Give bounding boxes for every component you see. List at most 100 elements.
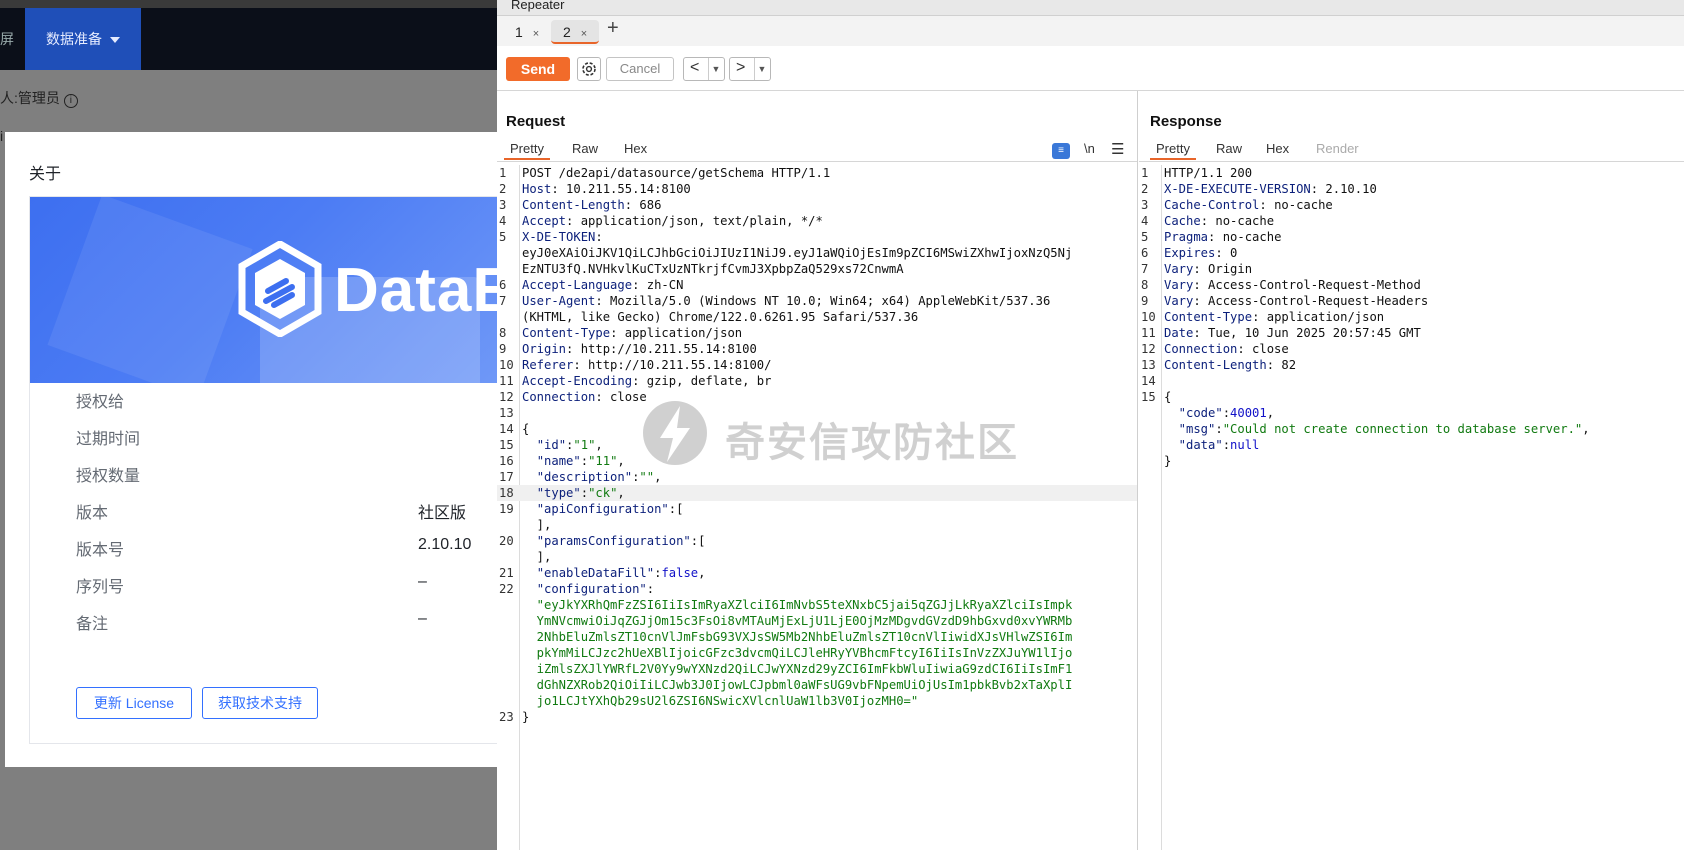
line-text: EzNTU3fQ.NVHkvlKuCTxUzNTkrjfCvmJ3XpbpZaQ… — [522, 261, 1127, 277]
request-editor[interactable]: 1 POST /de2api/datasource/getSchema HTTP/… — [497, 165, 1137, 850]
line-number: 2 — [499, 182, 507, 196]
json-string: YmNVcmwiOiJqZGJjOm15c3FsOi8vMTAuMjExLjU1… — [522, 614, 1073, 628]
line-text: "eyJkYXRhQmFzZSI6IiIsImRyaXZlciI6ImNvbS5… — [522, 597, 1127, 613]
repeater-tab-2[interactable]: 2 × — [551, 20, 599, 44]
line-number: 12 — [499, 390, 514, 404]
line-text: Content-Type: application/json — [1164, 309, 1674, 325]
request-tab-hex[interactable]: Hex — [624, 141, 647, 156]
line-text: pkYmMiLCJzc2hUeXBlIjoicGFzc3dvcmQiLCJleH… — [522, 645, 1127, 661]
nav-menu-data-prep[interactable]: 数据准备 — [25, 8, 141, 70]
chevron-down-icon[interactable]: ▼ — [708, 58, 723, 80]
code-line: 8 Content-Type: application/json — [497, 325, 1137, 341]
new-tab-plus-icon[interactable]: + — [607, 17, 619, 40]
line-text: } — [522, 709, 1127, 725]
code-text: : Origin — [1193, 262, 1253, 276]
history-back-button[interactable]: < ▼ — [683, 57, 725, 81]
menu-icon[interactable]: ☰ — [1111, 140, 1124, 158]
code-text: : http://10.211.55.14:8100/ — [573, 358, 772, 372]
line-number: 1 — [499, 166, 507, 180]
line-number: 9 — [499, 342, 507, 356]
line-number: 4 — [1141, 214, 1149, 228]
chevron-down-icon[interactable]: ▼ — [754, 58, 769, 80]
code-line: 5 X-DE-TOKEN: — [497, 229, 1137, 245]
punctuation: , — [617, 486, 625, 500]
code-text: : Tue, 10 Jun 2025 20:57:45 GMT — [1193, 326, 1421, 340]
code-text: } — [1164, 454, 1172, 468]
repeater-tab-1[interactable]: 1 × — [501, 20, 545, 44]
line-text: User-Agent: Mozilla/5.0 (Windows NT 10.0… — [522, 293, 1127, 309]
response-tab-raw[interactable]: Raw — [1216, 141, 1242, 156]
line-text: Vary: Access-Control-Request-Method — [1164, 277, 1674, 293]
about-label-edition: 版本 — [76, 505, 109, 522]
response-tab-pretty[interactable]: Pretty — [1150, 141, 1196, 160]
about-label-expiry: 过期时间 — [76, 431, 141, 448]
close-icon[interactable]: × — [581, 28, 587, 40]
request-tab-pretty[interactable]: Pretty — [504, 141, 550, 160]
code-line: 4 Cache: no-cache — [1139, 213, 1684, 229]
json-string: "Could not create connection to database… — [1222, 422, 1583, 436]
header-name: Pragma — [1164, 230, 1209, 244]
header-name: Vary — [1164, 278, 1194, 292]
code-line: "eyJkYXRhQmFzZSI6IiIsImRyaXZlciI6ImNvbS5… — [497, 597, 1137, 613]
response-tab-render[interactable]: Render — [1316, 141, 1359, 156]
code-text: : no-cache — [1200, 214, 1275, 228]
code-line: dGhNZXRob2QiOiIiLCJwb3J0IjowLCJpbml0aWFs… — [497, 677, 1137, 693]
code-text: : — [1222, 438, 1231, 452]
line-text: ], — [522, 517, 1127, 533]
punctuation: , — [1266, 406, 1275, 420]
code-line: "code":40001, — [1139, 405, 1684, 421]
code-text: : no-cache — [1259, 198, 1333, 212]
code-line: 15 "id":"1", — [497, 437, 1137, 453]
header-name: Cache — [1164, 214, 1201, 228]
line-text: "msg":"Could not create connection to da… — [1164, 421, 1674, 437]
get-support-button[interactable]: 获取技术支持 — [202, 687, 318, 719]
code-text: HTTP/1.1 200 — [1164, 166, 1253, 180]
header-name: X-DE-TOKEN — [522, 230, 596, 244]
punctuation: , — [654, 470, 662, 484]
code-line: pkYmMiLCJzc2hUeXBlIjoicGFzc3dvcmQiLCJleH… — [497, 645, 1137, 661]
code-line: 9 Vary: Access-Control-Request-Headers — [1139, 293, 1684, 309]
line-number: 20 — [499, 534, 514, 548]
code-line: 22 "configuration": — [497, 581, 1137, 597]
about-value-version: 2.10.10 — [418, 536, 472, 553]
nav-item-fragment[interactable]: 屏 — [0, 8, 18, 70]
info-icon[interactable]: i — [63, 94, 78, 108]
code-text: : — [580, 454, 589, 468]
request-tab-raw[interactable]: Raw — [572, 141, 598, 156]
code-line: 11 Accept-Encoding: gzip, deflate, br — [497, 373, 1137, 389]
code-text: : close — [595, 390, 647, 404]
response-pane: Response Pretty Raw Hex Render 1 HTTP/1.1… — [1139, 91, 1684, 850]
close-icon[interactable]: × — [533, 28, 539, 40]
code-line: 13 Content-Length: 82 — [1139, 357, 1684, 373]
line-number: 14 — [499, 422, 514, 436]
code-line: 4 Accept: application/json, text/plain, *… — [497, 213, 1137, 229]
code-text: : 82 — [1266, 358, 1297, 372]
response-editor[interactable]: 1 HTTP/1.1 200 2 X-DE-EXECUTE-VERSION: 2.10… — [1139, 165, 1684, 850]
line-text: Expires: 0 — [1164, 245, 1674, 261]
line-number: 3 — [1141, 198, 1149, 212]
history-forward-button[interactable]: > ▼ — [729, 57, 771, 81]
punctuation: , — [1582, 422, 1590, 436]
code-line: 14 — [1139, 373, 1684, 389]
line-text: Host: 10.211.55.14:8100 — [522, 181, 1127, 197]
cancel-button[interactable]: Cancel — [606, 57, 674, 81]
header-name: Content-Length — [522, 198, 625, 212]
code-line: 7 Vary: Origin — [1139, 261, 1684, 277]
word-wrap-icon[interactable]: ≡ — [1052, 143, 1070, 159]
code-text: : http://10.211.55.14:8100 — [566, 342, 757, 356]
line-number: 5 — [1141, 230, 1149, 244]
response-tab-hex[interactable]: Hex — [1266, 141, 1289, 156]
show-newlines-icon[interactable]: \n — [1084, 141, 1095, 156]
line-text: Date: Tue, 10 Jun 2025 20:57:45 GMT — [1164, 325, 1674, 341]
send-button[interactable]: Send — [506, 57, 570, 81]
line-text: iZmlsZXJlYWRfL2V0Yy9wYXNzd2QiLCJwYXNzd29… — [522, 661, 1127, 677]
code-text: : — [646, 582, 655, 596]
line-number: 19 — [499, 502, 514, 516]
settings-gear-icon[interactable] — [577, 57, 601, 81]
json-string: "ck" — [588, 486, 618, 500]
line-number: 17 — [499, 470, 514, 484]
header-name: Vary — [1164, 294, 1194, 308]
code-text: : Mozilla/5.0 (Windows NT 10.0; Win64; x… — [595, 294, 1051, 308]
update-license-button[interactable]: 更新 License — [76, 687, 192, 719]
code-text: { — [522, 422, 530, 436]
